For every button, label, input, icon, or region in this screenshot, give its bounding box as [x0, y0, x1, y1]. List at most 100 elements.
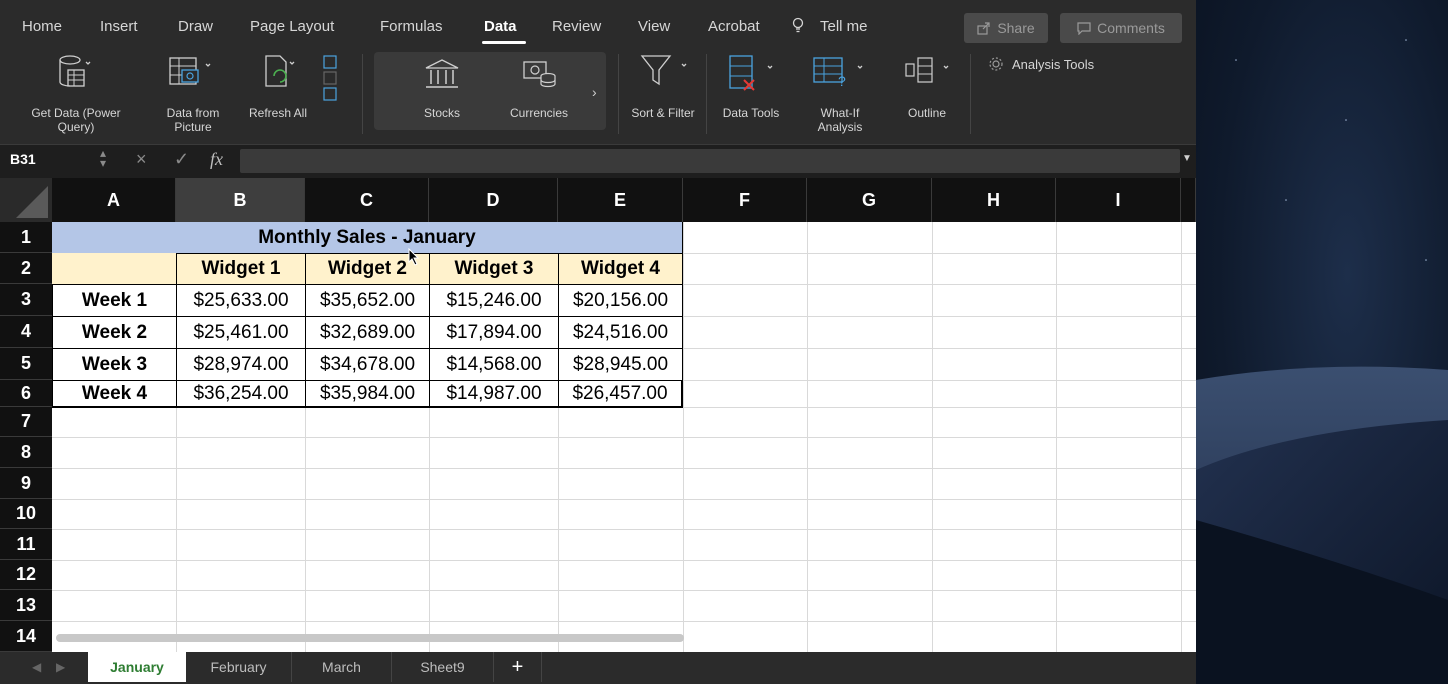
column-header-d[interactable]: D [429, 178, 558, 222]
column-header-h[interactable]: H [932, 178, 1056, 222]
value-cell[interactable]: $26,457.00 [558, 380, 683, 408]
value-cell[interactable]: $14,987.00 [429, 380, 559, 408]
value-cell[interactable]: $34,678.00 [305, 348, 430, 381]
sheet-tab-february[interactable]: February [186, 652, 292, 682]
fx-icon[interactable]: fx [210, 149, 223, 170]
column-header-f[interactable]: F [683, 178, 807, 222]
data-tools-button[interactable]: Data Tools [716, 44, 786, 140]
gridline [52, 499, 1196, 500]
row-header-5[interactable]: 5 [0, 348, 52, 380]
row-header-9[interactable]: 9 [0, 468, 52, 499]
excel-window: Home Insert Draw Page Layout Formulas Da… [0, 0, 1196, 684]
tab-view[interactable]: View [638, 18, 670, 35]
sheet-tab-bar: ◀ ▶ January February March Sheet9 + [0, 652, 1196, 684]
formula-input[interactable] [240, 149, 1180, 173]
comments-button[interactable]: Comments [1060, 13, 1182, 43]
column-header-g[interactable]: G [807, 178, 932, 222]
row-header-8[interactable]: 8 [0, 437, 52, 468]
refresh-icon [265, 55, 337, 101]
row-header-3[interactable]: 3 [0, 284, 52, 316]
tab-acrobat[interactable]: Acrobat [708, 18, 760, 35]
tab-tell-me[interactable]: Tell me [820, 18, 868, 35]
header-blank-cell[interactable] [52, 253, 176, 284]
week-label-cell[interactable]: Week 4 [52, 380, 177, 408]
value-cell[interactable]: $25,461.00 [176, 316, 306, 349]
sheet-tab-sheet9[interactable]: Sheet9 [392, 652, 494, 682]
tab-draw[interactable]: Draw [178, 18, 213, 35]
data-from-picture-button[interactable]: Data from Picture [150, 44, 236, 140]
row-header-13[interactable]: 13 [0, 590, 52, 621]
gallery-next-arrow[interactable]: › [592, 84, 597, 100]
checkmark-icon[interactable]: ✓ [174, 149, 189, 170]
ribbon-separator [970, 54, 971, 134]
column-header-e[interactable]: E [558, 178, 683, 222]
tab-data[interactable]: Data [484, 18, 517, 35]
header-widget-4[interactable]: Widget 4 [558, 253, 683, 285]
sheet-tab-march[interactable]: March [292, 652, 392, 682]
row-header-10[interactable]: 10 [0, 499, 52, 529]
bank-icon [425, 59, 459, 88]
cancel-icon[interactable]: × [136, 149, 147, 170]
row-header-4[interactable]: 4 [0, 316, 52, 348]
outline-button[interactable]: Outline [894, 44, 960, 140]
value-cell[interactable]: $20,156.00 [558, 284, 683, 317]
sort-filter-button[interactable]: Sort & Filter [628, 44, 698, 140]
row-header-12[interactable]: 12 [0, 560, 52, 590]
column-header-i[interactable]: I [1056, 178, 1181, 222]
column-header-a[interactable]: A [52, 178, 176, 222]
week-label-cell[interactable]: Week 3 [52, 348, 177, 381]
value-cell[interactable]: $28,974.00 [176, 348, 306, 381]
column-header-c[interactable]: C [305, 178, 429, 222]
currencies-button[interactable]: Currencies [494, 52, 584, 130]
expand-formula-icon[interactable]: ▼ [1182, 153, 1192, 164]
value-cell[interactable]: $24,516.00 [558, 316, 683, 349]
currencies-label: Currencies [509, 106, 569, 120]
week-label-cell[interactable]: Week 2 [52, 316, 177, 349]
analysis-tools-button[interactable]: Analysis Tools [988, 56, 1094, 72]
value-cell[interactable]: $15,246.00 [429, 284, 559, 317]
gridline [52, 468, 1196, 469]
tab-formulas[interactable]: Formulas [380, 18, 443, 35]
header-widget-3[interactable]: Widget 3 [429, 253, 559, 285]
select-all-corner[interactable] [0, 178, 52, 222]
prev-sheet-arrow-icon[interactable]: ◀ [32, 660, 41, 674]
value-cell[interactable]: $17,894.00 [429, 316, 559, 349]
data-types-gallery: Stocks Currencies › [374, 52, 606, 130]
row-header-11[interactable]: 11 [0, 529, 52, 560]
name-box[interactable]: B31 [10, 151, 36, 167]
share-button[interactable]: Share [964, 13, 1048, 43]
value-cell[interactable]: $14,568.00 [429, 348, 559, 381]
column-header-b[interactable]: B [176, 178, 305, 222]
tab-page-layout[interactable]: Page Layout [250, 18, 334, 35]
name-box-stepper-icon[interactable]: ▴ ▾ [100, 147, 106, 169]
value-cell[interactable]: $35,984.00 [305, 380, 430, 408]
tab-home[interactable]: Home [22, 18, 62, 35]
refresh-all-label: Refresh All [248, 106, 308, 120]
sheet-tab-january[interactable]: January [88, 652, 186, 682]
tab-insert[interactable]: Insert [100, 18, 138, 35]
tab-review[interactable]: Review [552, 18, 601, 35]
value-cell[interactable]: $36,254.00 [176, 380, 306, 408]
row-header-2[interactable]: 2 [0, 253, 52, 284]
next-sheet-arrow-icon[interactable]: ▶ [56, 660, 65, 674]
horizontal-scrollbar[interactable] [56, 634, 684, 642]
value-cell[interactable]: $25,633.00 [176, 284, 306, 317]
stocks-button[interactable]: Stocks [402, 52, 482, 130]
table-title-cell[interactable]: Monthly Sales - January [52, 222, 683, 253]
value-cell[interactable]: $32,689.00 [305, 316, 430, 349]
get-data-button[interactable]: Get Data (Power Query) [16, 44, 136, 140]
add-sheet-button[interactable]: + [494, 652, 542, 682]
row-header-1[interactable]: 1 [0, 222, 52, 253]
row-header-7[interactable]: 7 [0, 407, 52, 437]
value-cell[interactable]: $28,945.00 [558, 348, 683, 381]
value-cell[interactable]: $35,652.00 [305, 284, 430, 317]
database-icon [59, 55, 91, 87]
what-if-button[interactable]: ? What-If Analysis [800, 44, 880, 140]
sort-filter-label: Sort & Filter [631, 106, 695, 120]
header-widget-1[interactable]: Widget 1 [176, 253, 306, 285]
filter-icon [640, 55, 687, 86]
refresh-all-button[interactable]: Refresh All [248, 44, 348, 140]
row-header-14[interactable]: 14 [0, 621, 52, 652]
week-label-cell[interactable]: Week 1 [52, 284, 177, 317]
row-header-6[interactable]: 6 [0, 380, 52, 407]
